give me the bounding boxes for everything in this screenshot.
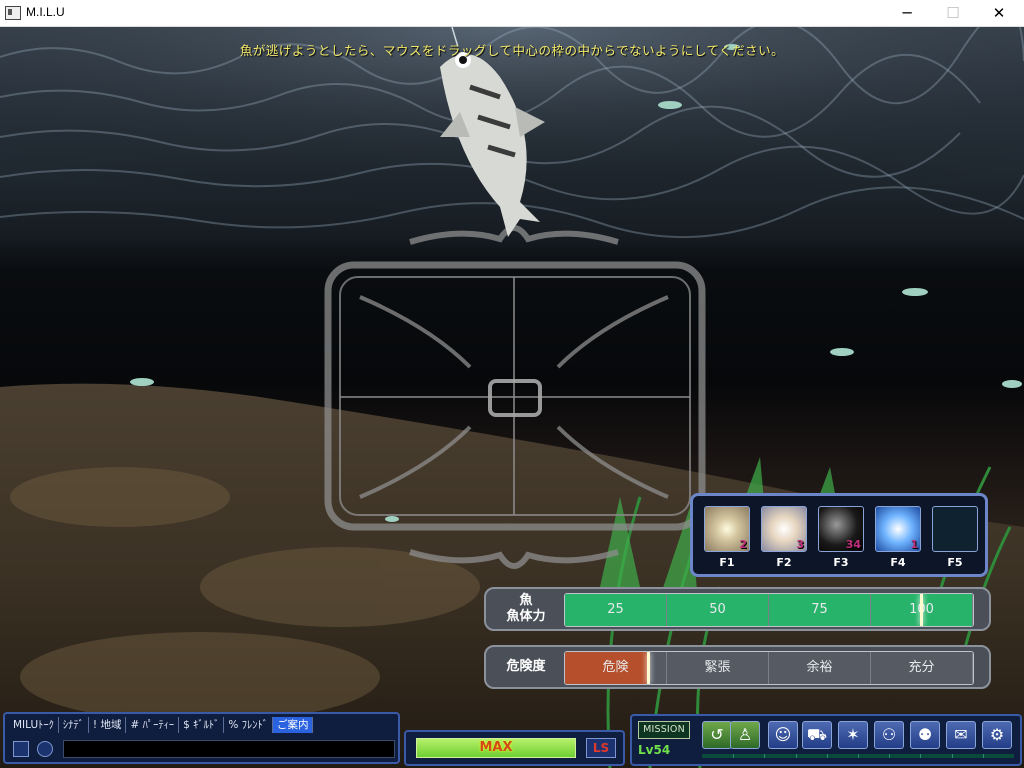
mission-button[interactable]: MISSION (638, 721, 690, 739)
danger-segment: 危険 (565, 652, 667, 684)
chat-input[interactable] (63, 740, 395, 758)
character-stand-icon[interactable]: ♙ (730, 721, 760, 749)
xp-tick (733, 754, 734, 758)
item-count: 34 (845, 538, 861, 551)
empty-slot[interactable] (932, 506, 978, 552)
chat-tab-area[interactable]: ! 地域 (89, 717, 127, 733)
xp-tick (983, 754, 984, 758)
settings-gear-icon[interactable]: ⚙ (982, 721, 1012, 749)
slot-key-label: F4 (890, 556, 906, 569)
emoticon-icon[interactable] (37, 741, 53, 757)
xp-tick (920, 754, 921, 758)
chat-tabs: MILUﾄｰｸ ｼﾅﾃﾞ ! 地域 # ﾊﾟｰﾃｨｰ $ ｷﾞﾙﾄﾞ % ﾌﾚﾝ… (9, 717, 314, 733)
black-orb-icon[interactable]: 34 (818, 506, 864, 552)
stamina-cursor (920, 594, 923, 626)
chat-tab-guild[interactable]: $ ｷﾞﾙﾄﾞ (179, 717, 225, 733)
chat-tab-friend[interactable]: % ﾌﾚﾝﾄﾞ (224, 717, 273, 733)
menu-bar: MISSION Lv54 ↺ ♙ ☺ ⛟ ✶ ⚇ ⚉ ✉ ⚙ (630, 714, 1022, 766)
stamina-segment: 25 (565, 594, 667, 626)
return-arrow-icon[interactable]: ↺ (702, 721, 732, 749)
xp-tick (827, 754, 828, 758)
app-icon (5, 6, 21, 20)
danger-cursor (647, 652, 650, 684)
stamina-segment: 50 (667, 594, 769, 626)
add-friend-icon[interactable]: ⚇ (874, 721, 904, 749)
xp-tick (952, 754, 953, 758)
ls-button[interactable]: LS (586, 738, 616, 758)
window-title-bar: M.I.L.U ─ ☐ ✕ (0, 0, 1024, 27)
maximize-button[interactable]: ☐ (930, 0, 976, 26)
chat-window-icon[interactable] (13, 741, 29, 757)
danger-gauge: 危険度 危険 緊張 余裕 充分 (484, 645, 991, 689)
chat-panel: MILUﾄｰｸ ｼﾅﾃﾞ ! 地域 # ﾊﾟｰﾃｨｰ $ ｷﾞﾙﾄﾞ % ﾌﾚﾝ… (3, 712, 400, 764)
game-scene[interactable]: 魚が逃げようとしたら、マウスをドラッグして中心の枠の中からでないようにしてくださ… (0, 27, 1024, 768)
sparkle-orb-icon[interactable]: 2 (704, 506, 750, 552)
instruction-text: 魚が逃げようとしたら、マウスをドラッグして中心の枠の中からでないようにしてくださ… (239, 43, 785, 58)
experience-bar (702, 754, 1014, 758)
fish-stamina-gauge: 魚 魚体力 25 50 75 100 (484, 587, 991, 631)
skill-slot-panel: 2 F1 3 F2 34 F3 1 F4 F5 (690, 493, 988, 577)
item-count: 2 (739, 538, 747, 551)
chat-tab-party[interactable]: # ﾊﾟｰﾃｨｰ (126, 717, 180, 733)
vehicle-icon[interactable]: ⛟ (802, 721, 832, 749)
chat-tab-milu[interactable]: MILUﾄｰｸ (9, 717, 59, 733)
slot-key-label: F2 (776, 556, 792, 569)
fish-label: 魚 (519, 593, 533, 608)
fish-stamina-label: 魚 魚体力 (492, 589, 560, 629)
power-bar: MAX LS (404, 730, 625, 766)
globe-orb-icon[interactable]: 1 (875, 506, 921, 552)
item-count: 1 (910, 538, 918, 551)
skill-sparkle-icon[interactable]: ✶ (838, 721, 868, 749)
party-icon[interactable]: ⚉ (910, 721, 940, 749)
chat-tab-guide[interactable]: ご案内 (272, 717, 314, 733)
profile-icon[interactable]: ☺ (768, 721, 798, 749)
power-gauge: MAX (416, 738, 576, 758)
xp-tick (889, 754, 890, 758)
player-level: Lv54 (638, 743, 671, 757)
danger-segment: 緊張 (667, 652, 769, 684)
glow-orb-icon[interactable]: 3 (761, 506, 807, 552)
stamina-track: 25 50 75 100 (564, 593, 974, 627)
item-count: 3 (796, 538, 804, 551)
danger-track: 危険 緊張 余裕 充分 (564, 651, 974, 685)
danger-label: 危険度 (506, 659, 546, 674)
window-title: M.I.L.U (26, 5, 65, 19)
slot-key-label: F3 (833, 556, 849, 569)
danger-segment: 余裕 (769, 652, 871, 684)
stamina-label: 魚体力 (506, 609, 546, 624)
xp-tick (796, 754, 797, 758)
xp-tick (858, 754, 859, 758)
minimize-button[interactable]: ─ (884, 0, 930, 26)
chat-bubble-icon[interactable]: ✉ (946, 721, 976, 749)
danger-segment: 充分 (871, 652, 973, 684)
xp-tick (764, 754, 765, 758)
chat-tab-shinade[interactable]: ｼﾅﾃﾞ (59, 717, 89, 733)
stamina-segment: 75 (769, 594, 871, 626)
slot-key-label: F5 (947, 556, 963, 569)
close-button[interactable]: ✕ (976, 0, 1022, 26)
slot-key-label: F1 (719, 556, 735, 569)
